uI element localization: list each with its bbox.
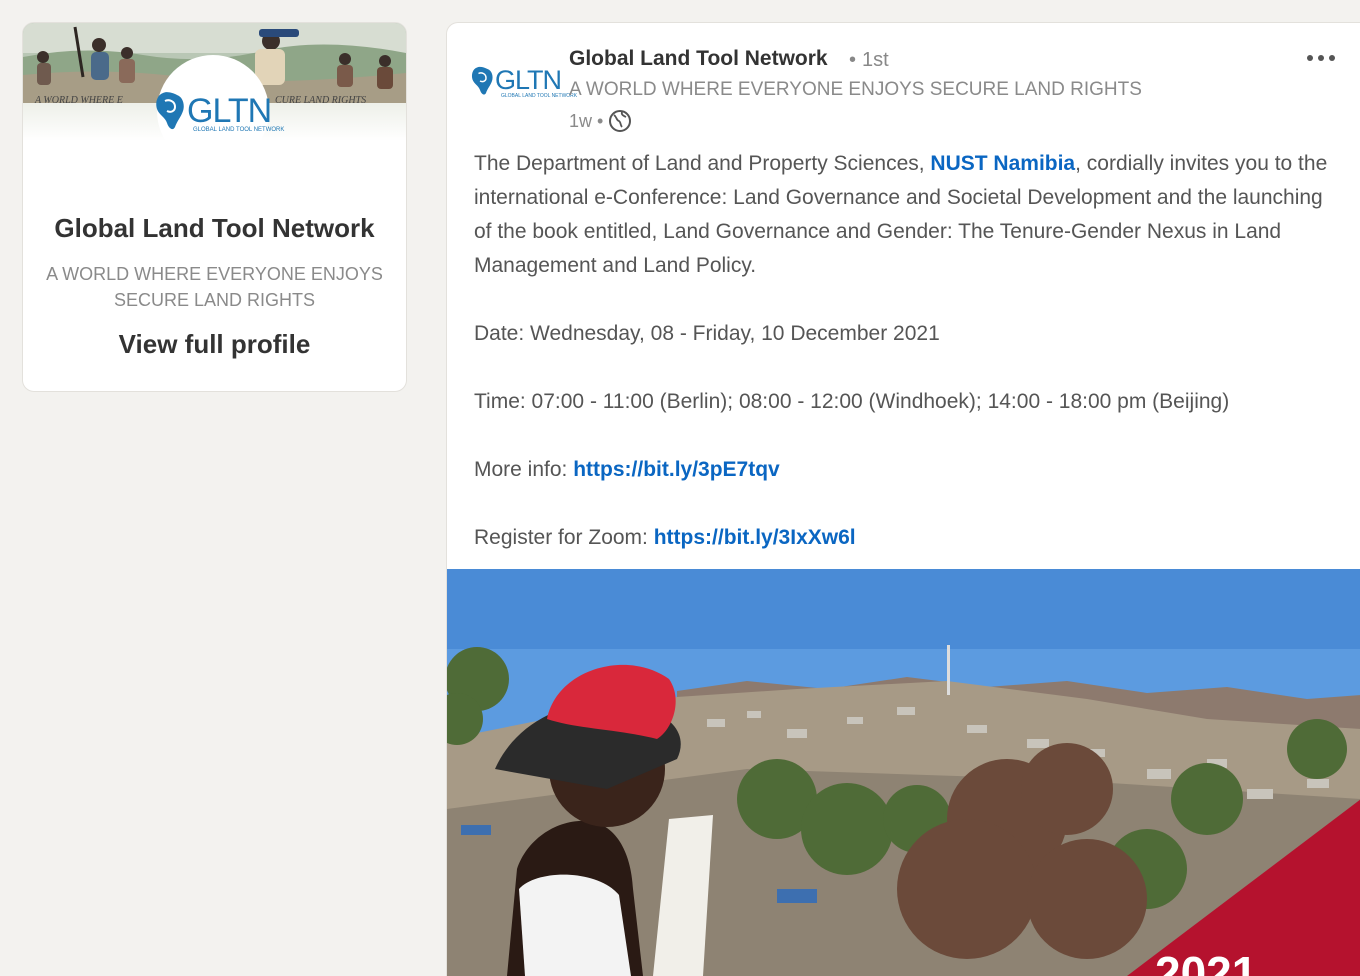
post-meta: 1w •: [569, 109, 632, 133]
post-text: The Department of Land and Property Scie…: [474, 147, 1334, 589]
post-author-name[interactable]: Global Land Tool Network: [569, 47, 828, 71]
gltn-logo[interactable]: GLTN: [155, 91, 272, 131]
africa-map-icon: [471, 66, 493, 95]
more-info-label: More info:: [474, 458, 574, 481]
feed-post: GLTN GLOBAL LAND TOOL NETWORK Global Lan…: [446, 22, 1360, 976]
logo-subtext: GLOBAL LAND TOOL NETWORK: [501, 93, 578, 99]
meta-separator: •: [597, 110, 604, 131]
register-link[interactable]: https://bit.ly/3IxXw6l: [654, 526, 856, 549]
date-line: Date: Wednesday, 08 - Friday, 10 Decembe…: [474, 322, 940, 345]
connection-degree-label: 1st: [862, 49, 889, 71]
register-label: Register for Zoom:: [474, 526, 654, 549]
profile-card: A WORLD WHERE E CURE LAND RIGHTS GLTN GL…: [22, 22, 407, 392]
intro-text-start: The Department of Land and Property Scie…: [474, 152, 931, 175]
more-options-icon[interactable]: [1299, 43, 1343, 73]
globe-icon: [609, 110, 632, 132]
profile-name[interactable]: Global Land Tool Network: [23, 213, 406, 244]
profile-tagline: A WORLD WHERE EVERYONE ENJOYS SECURE LAN…: [46, 264, 383, 310]
logo-subtext: GLOBAL LAND TOOL NETWORK: [193, 127, 285, 133]
post-timestamp[interactable]: 1w: [569, 111, 592, 132]
time-line: Time: 07:00 - 11:00 (Berlin); 08:00 - 12…: [474, 390, 1230, 413]
banner-tagline-right: CURE LAND RIGHTS: [275, 95, 367, 106]
view-full-profile-link[interactable]: View full profile: [23, 329, 406, 360]
post-paragraph-intro: The Department of Land and Property Scie…: [474, 147, 1334, 283]
africa-map-icon: [156, 92, 184, 130]
register-line: Register for Zoom: https://bit.ly/3IxXw6…: [474, 521, 1334, 555]
more-info-link[interactable]: https://bit.ly/3pE7tqv: [573, 458, 780, 481]
mention-link[interactable]: NUST Namibia: [930, 152, 1075, 175]
post-image[interactable]: 2021: [447, 569, 1360, 976]
more-info-line: More info: https://bit.ly/3pE7tqv: [474, 453, 1334, 487]
post-author-headline: A WORLD WHERE EVERYONE ENJOYS SECURE LAN…: [569, 79, 1142, 100]
logo-text: GLTN: [187, 91, 272, 130]
banner-tagline-left: A WORLD WHERE E: [35, 95, 123, 106]
connection-degree: • 1st: [849, 49, 889, 71]
image-corner-text: 2021: [1155, 947, 1257, 976]
author-logo[interactable]: GLTN: [471, 65, 562, 96]
post-photo: 2021: [447, 569, 1360, 976]
logo-text: GLTN: [495, 65, 562, 95]
